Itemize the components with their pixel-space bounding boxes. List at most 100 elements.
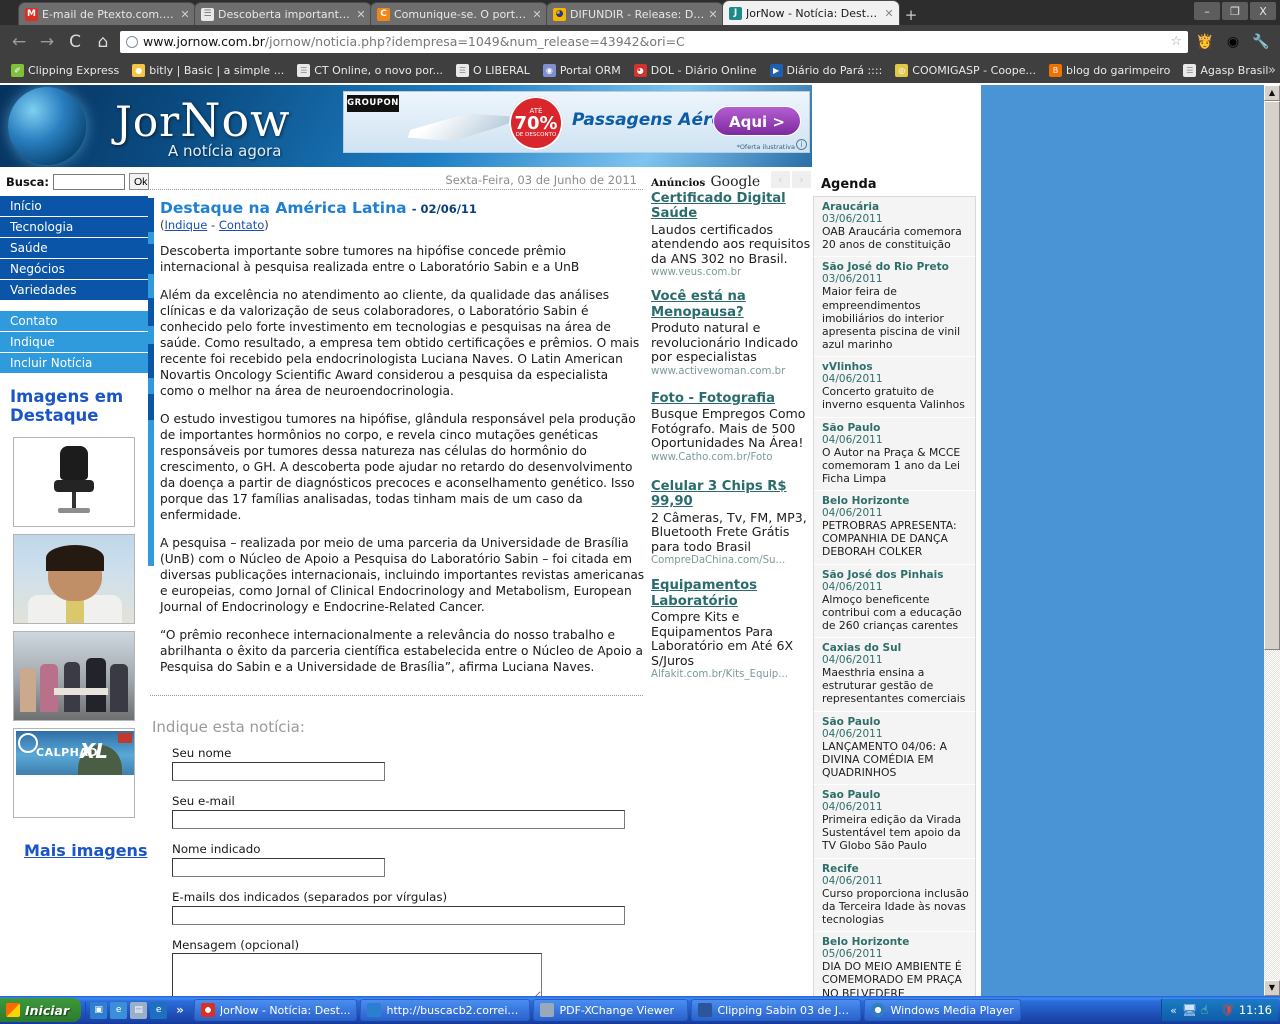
google-ad-item[interactable]: Certificado Digital Saúde Laudos certifi… bbox=[651, 191, 811, 278]
forward-icon[interactable]: → bbox=[36, 31, 58, 53]
browser-tab-4[interactable]: ◕ DIFUNDIR - Release: Dest... ✕ bbox=[546, 2, 724, 25]
bookmark-dol[interactable]: ◕ DOL - Diário Online bbox=[629, 62, 762, 79]
agenda-item[interactable]: Sao Paulo 04/06/2011 Primeira edição da … bbox=[814, 785, 975, 859]
agenda-item[interactable]: São José do Rio Preto 03/06/2011 Maior f… bbox=[814, 257, 975, 358]
minimize-button[interactable]: – bbox=[1194, 2, 1220, 20]
sidebar-item-negocios[interactable]: Negócios bbox=[0, 259, 148, 280]
maximize-button[interactable]: ❐ bbox=[1222, 2, 1248, 20]
scroll-down-arrow-icon[interactable]: ▼ bbox=[1264, 980, 1280, 996]
bookmark-star-icon[interactable]: ☆ bbox=[1170, 34, 1182, 49]
emails-indicados-input[interactable] bbox=[172, 905, 625, 925]
close-icon[interactable]: ✕ bbox=[707, 8, 719, 21]
new-tab-button[interactable]: + bbox=[898, 5, 924, 25]
start-button[interactable]: Iniciar bbox=[0, 998, 82, 1022]
close-icon[interactable]: ✕ bbox=[883, 7, 895, 20]
agenda-item[interactable]: Belo Horizonte 05/06/2011 DIA DO MEIO AM… bbox=[814, 932, 975, 996]
sidebar-item-variedades[interactable]: Variedades bbox=[0, 280, 148, 301]
browser-tab-3[interactable]: C Comunique-se. O portal da... ✕ bbox=[370, 2, 548, 25]
ads-prev-arrow-icon[interactable]: ‹ bbox=[771, 171, 790, 188]
browser-tab-2[interactable]: ☰ Descoberta importante sob... ✕ bbox=[194, 2, 372, 25]
show-desktop-icon[interactable]: ▣ bbox=[90, 1001, 108, 1019]
calphad-xl-banner-thumbnail[interactable]: CALPHAD XL bbox=[13, 727, 135, 818]
browser-tab-1[interactable]: M E-mail de Ptexto.com.br - P... ✕ bbox=[18, 2, 196, 25]
taskbar-item-jornow[interactable]: JorNow - Notícia: Dest... bbox=[193, 999, 358, 1021]
agenda-item[interactable]: vVlinhos 04/06/2011 Concerto gratuito de… bbox=[814, 357, 975, 418]
sidebar-item-saude[interactable]: Saúde bbox=[0, 238, 148, 259]
taskbar-item-clipping-sabin[interactable]: Clipping Sabin 03 de Jun... bbox=[691, 999, 862, 1021]
internet-explorer-icon[interactable]: e bbox=[150, 1001, 168, 1019]
address-bar[interactable]: www.jornow.com.br /jornow/noticia.php?id… bbox=[120, 30, 1188, 53]
people-at-event-thumbnail[interactable] bbox=[13, 630, 135, 721]
close-window-button[interactable]: X bbox=[1250, 2, 1276, 20]
seu-email-input[interactable] bbox=[172, 809, 625, 829]
ad-title[interactable]: Celular 3 Chips R$ 99,90 bbox=[651, 479, 811, 510]
site-logo[interactable]: JorNow bbox=[115, 93, 291, 147]
agenda-item[interactable]: Recife 04/06/2011 Curso proporciona incl… bbox=[814, 859, 975, 933]
clock[interactable]: 11:16 bbox=[1239, 1003, 1272, 1017]
home-icon[interactable]: ⌂ bbox=[92, 31, 114, 53]
link-contato[interactable]: Contato bbox=[219, 218, 264, 232]
banner-cta-button[interactable]: Aqui > bbox=[713, 106, 801, 136]
bookmark-o-liberal[interactable]: ☰ O LIBERAL bbox=[451, 62, 535, 79]
search-submit-button[interactable]: Ok bbox=[128, 173, 149, 190]
ad-title[interactable]: Você está na Menopausa? bbox=[651, 289, 811, 320]
search-input[interactable] bbox=[52, 173, 125, 190]
page-scrollbar[interactable]: ▲ ▼ bbox=[1264, 85, 1280, 996]
agenda-item[interactable]: Caxias do Sul 04/06/2011 Maesthria ensin… bbox=[814, 638, 975, 712]
link-indique[interactable]: Indique bbox=[165, 218, 208, 232]
security-shield-icon[interactable]: 🛡 bbox=[1220, 1003, 1235, 1017]
ie-launch-icon[interactable]: e bbox=[110, 1001, 128, 1019]
bookmarks-overflow-icon[interactable]: » bbox=[1268, 63, 1276, 78]
sidebar-item-inicio[interactable]: Início bbox=[0, 196, 148, 217]
ad-title[interactable]: Certificado Digital Saúde bbox=[651, 191, 811, 222]
network-icon[interactable]: 🖥 bbox=[1182, 1003, 1197, 1017]
seu-nome-input[interactable] bbox=[172, 761, 385, 781]
google-ad-item[interactable]: Foto - Fotografia Busque Empregos Como F… bbox=[651, 391, 811, 463]
man-in-lab-coat-thumbnail[interactable] bbox=[13, 533, 135, 624]
face-extension-icon[interactable]: 👸 bbox=[1194, 31, 1216, 53]
bookmark-portal-orm[interactable]: ◉ Portal ORM bbox=[538, 62, 626, 79]
close-icon[interactable]: ✕ bbox=[179, 8, 191, 21]
bookmark-coomigasp[interactable]: ◎ COOMIGASP - Coope... bbox=[890, 62, 1041, 79]
info-icon[interactable]: i bbox=[796, 139, 807, 150]
bookmark-clipping-express[interactable]: ✐ Clipping Express bbox=[6, 62, 124, 79]
sidebar-item-tecnologia[interactable]: Tecnologia bbox=[0, 217, 148, 238]
camera-extension-icon[interactable]: ◉ bbox=[1222, 31, 1244, 53]
mensagem-textarea[interactable] bbox=[172, 952, 542, 996]
google-ad-item[interactable]: Você está na Menopausa? Produto natural … bbox=[651, 289, 811, 376]
taskbar-item-windows-media-player[interactable]: Windows Media Player bbox=[864, 999, 1021, 1021]
close-icon[interactable]: ✕ bbox=[355, 8, 367, 21]
sidebar-item-contato[interactable]: Contato bbox=[0, 311, 148, 332]
ad-title[interactable]: Equipamentos Laboratório bbox=[651, 578, 811, 609]
sidebar-item-indique[interactable]: Indique bbox=[0, 332, 148, 353]
agenda-item[interactable]: Belo Horizonte 04/06/2011 PETROBRAS APRE… bbox=[814, 491, 975, 565]
groupon-banner-ad[interactable]: GROUPON ATÉ 70% DE DESCONTO Passagens Aé… bbox=[343, 91, 810, 153]
more-images-link[interactable]: Mais imagens bbox=[0, 825, 148, 862]
close-icon[interactable]: ✕ bbox=[531, 8, 543, 21]
nome-indicado-input[interactable] bbox=[172, 857, 385, 877]
office-chair-thumbnail[interactable] bbox=[13, 436, 135, 527]
reload-icon[interactable]: C bbox=[64, 31, 86, 53]
google-ad-item[interactable]: Celular 3 Chips R$ 99,90 2 Câmeras, Tv, … bbox=[651, 479, 811, 566]
bookmark-agasp-brasil[interactable]: ☰ Agasp Brasil bbox=[1178, 62, 1273, 79]
bookmark-diario-do-para[interactable]: ▶ Diário do Pará :::: bbox=[765, 62, 888, 79]
ads-next-arrow-icon[interactable]: › bbox=[792, 171, 811, 188]
wrench-menu-icon[interactable]: 🔧 bbox=[1250, 31, 1272, 53]
taskbar-item-pdf-xchange[interactable]: PDF-XChange Viewer bbox=[533, 999, 689, 1021]
agenda-item[interactable]: Araucária 03/06/2011 OAB Araucária comem… bbox=[814, 197, 975, 258]
wireless-icon[interactable]: ☝ bbox=[1201, 1003, 1215, 1017]
google-ad-item[interactable]: Equipamentos Laboratório Compre Kits e E… bbox=[651, 578, 811, 680]
browser-tab-5-active[interactable]: J JorNow - Notícia: Destaque... ✕ bbox=[722, 0, 900, 25]
quick-launch-overflow-icon[interactable]: » bbox=[170, 1003, 190, 1017]
agenda-item[interactable]: São Paulo 04/06/2011 LANÇAMENTO 04/06: A… bbox=[814, 712, 975, 786]
bookmark-blog-do-garimpeiro[interactable]: B blog do garimpeiro bbox=[1044, 62, 1175, 79]
agenda-item[interactable]: São José dos Pinhais 04/06/2011 Almoço b… bbox=[814, 565, 975, 639]
scroll-up-arrow-icon[interactable]: ▲ bbox=[1264, 85, 1280, 101]
bookmark-ct-online[interactable]: ☰ CT Online, o novo por... bbox=[292, 62, 448, 79]
ad-title[interactable]: Foto - Fotografia bbox=[651, 391, 811, 406]
tray-expand-icon[interactable]: « bbox=[1170, 1004, 1177, 1017]
agenda-item[interactable]: São Paulo 04/06/2011 O Autor na Praça & … bbox=[814, 418, 975, 492]
bookmark-bitly[interactable]: ● bitly | Basic | a simple ... bbox=[127, 62, 289, 79]
back-icon[interactable]: ← bbox=[8, 31, 30, 53]
sidebar-item-incluir-noticia[interactable]: Incluir Notícia bbox=[0, 353, 148, 374]
